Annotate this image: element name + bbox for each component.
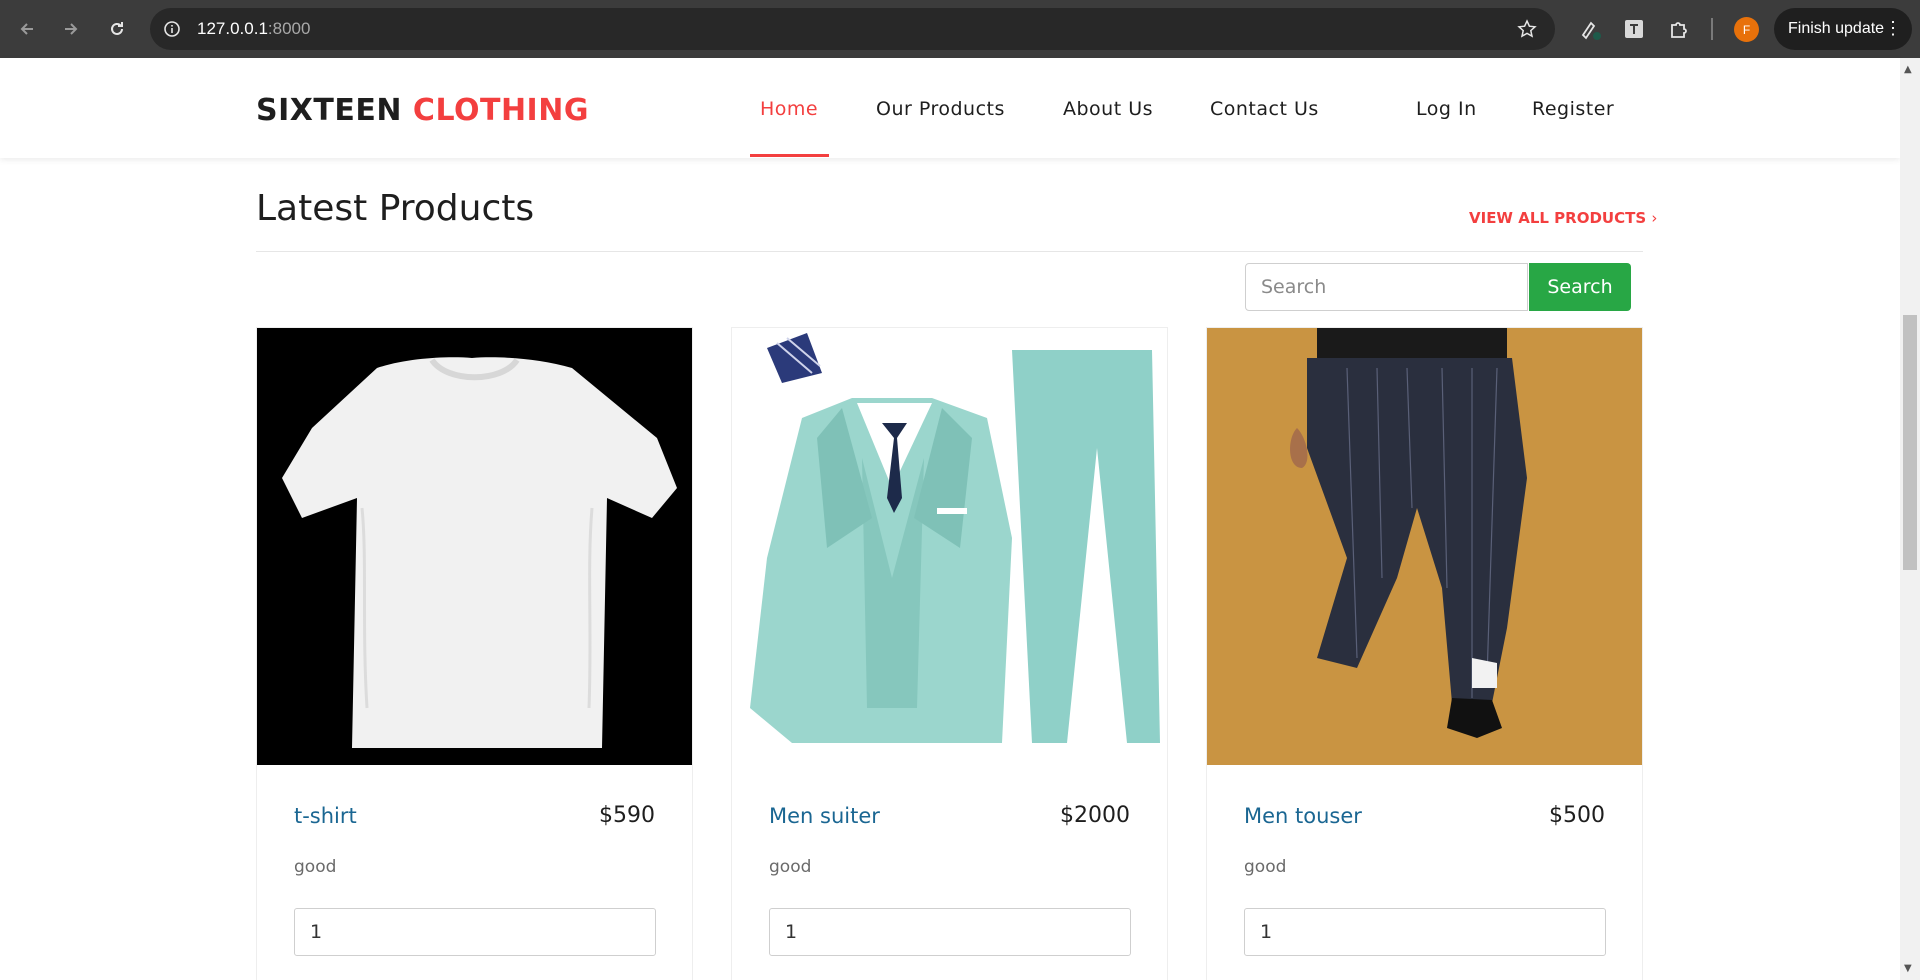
product-name[interactable]: Men suiter bbox=[769, 804, 880, 828]
section-divider bbox=[256, 251, 1643, 252]
view-all-products-link[interactable]: VIEW ALL PRODUCTS › bbox=[1469, 209, 1657, 227]
product-description: good bbox=[1244, 857, 1287, 877]
product-price: $590 bbox=[599, 803, 655, 828]
nav-active-indicator bbox=[750, 154, 829, 157]
section-title: Latest Products bbox=[256, 188, 535, 229]
profile-avatar[interactable]: F bbox=[1734, 17, 1759, 42]
scrollbar-thumb[interactable] bbox=[1903, 315, 1917, 570]
site-info-icon[interactable] bbox=[160, 17, 184, 41]
finish-update-button[interactable]: Finish update ⋮ bbox=[1774, 8, 1912, 50]
nav-about-us[interactable]: About Us bbox=[1063, 98, 1153, 120]
toolbar-separator bbox=[1711, 18, 1713, 40]
site-header: SIXTEEN CLOTHING Home Our Products About… bbox=[0, 58, 1900, 158]
product-image[interactable] bbox=[257, 328, 692, 765]
product-description: good bbox=[294, 857, 337, 877]
url-text: 127.0.0.1:8000 bbox=[197, 19, 311, 38]
extension-icon[interactable] bbox=[1577, 15, 1605, 43]
scroll-down-arrow-icon[interactable]: ▼ bbox=[1904, 963, 1912, 974]
nav-log-in[interactable]: Log In bbox=[1416, 98, 1477, 120]
nav-contact-us[interactable]: Contact Us bbox=[1210, 98, 1319, 120]
search-input[interactable] bbox=[1245, 263, 1528, 311]
nav-home[interactable]: Home bbox=[760, 98, 818, 120]
finish-update-label: Finish update bbox=[1788, 20, 1885, 37]
search-button[interactable]: Search bbox=[1529, 263, 1631, 311]
product-name[interactable]: Men touser bbox=[1244, 804, 1362, 828]
product-price: $2000 bbox=[1060, 803, 1130, 828]
quantity-input[interactable] bbox=[1244, 908, 1606, 956]
product-image[interactable] bbox=[1207, 328, 1642, 765]
product-description: good bbox=[769, 857, 812, 877]
nav-our-products[interactable]: Our Products bbox=[876, 98, 1005, 120]
more-vert-icon: ⋮ bbox=[1884, 18, 1902, 38]
product-image[interactable] bbox=[732, 328, 1167, 765]
forward-arrow-icon[interactable] bbox=[54, 12, 88, 46]
chevron-right-icon: › bbox=[1651, 209, 1658, 227]
address-bar[interactable]: 127.0.0.1:8000 bbox=[150, 8, 1555, 50]
translate-icon[interactable] bbox=[1620, 15, 1648, 43]
scroll-up-arrow-icon[interactable]: ▲ bbox=[1904, 64, 1912, 75]
quantity-input[interactable] bbox=[294, 908, 656, 956]
quantity-input[interactable] bbox=[769, 908, 1131, 956]
product-card: Men suiter $2000 good bbox=[731, 327, 1168, 980]
product-price: $500 bbox=[1549, 803, 1605, 828]
site-logo[interactable]: SIXTEEN CLOTHING bbox=[256, 93, 589, 128]
bookmark-star-icon[interactable] bbox=[1515, 17, 1539, 41]
puzzle-icon[interactable] bbox=[1665, 15, 1693, 43]
nav-register[interactable]: Register bbox=[1532, 98, 1614, 120]
product-card: t-shirt $590 good bbox=[256, 327, 693, 980]
back-arrow-icon[interactable] bbox=[10, 12, 44, 46]
reload-icon[interactable] bbox=[100, 12, 134, 46]
product-card: Men touser $500 good bbox=[1206, 327, 1643, 980]
browser-toolbar: 127.0.0.1:8000 F Finish update ⋮ bbox=[0, 0, 1920, 58]
product-name[interactable]: t-shirt bbox=[294, 804, 357, 828]
